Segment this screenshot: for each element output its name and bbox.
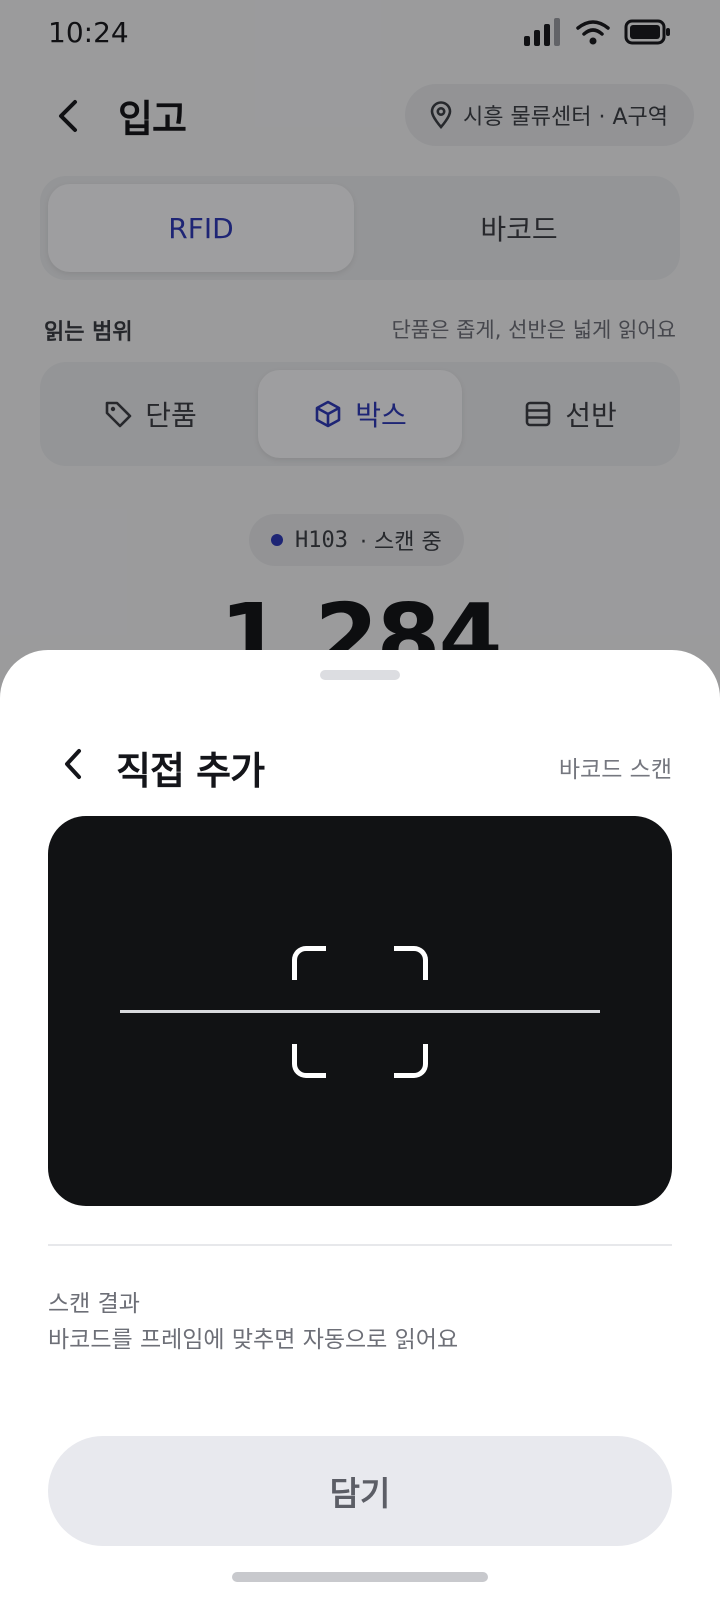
sheet-title: 직접 추가 bbox=[116, 749, 265, 793]
frame-corner-icon bbox=[292, 946, 326, 980]
frame-corner-icon bbox=[394, 1044, 428, 1078]
camera-viewfinder bbox=[48, 816, 672, 1206]
frame-corner-icon bbox=[394, 946, 428, 980]
barcode-scan-link[interactable]: 바코드 스캔 bbox=[559, 750, 672, 784]
scan-result-hint: 바코드를 프레임에 맞추면 자동으로 읽어요 bbox=[48, 1327, 459, 1353]
frame-corner-icon bbox=[292, 1044, 326, 1078]
divider bbox=[48, 1244, 672, 1246]
home-indicator bbox=[232, 1572, 488, 1582]
add-button[interactable]: 담기 bbox=[48, 1436, 672, 1546]
chevron-left-icon bbox=[65, 749, 81, 779]
scan-line bbox=[120, 1010, 600, 1013]
manual-add-sheet: 직접 추가 바코드 스캔 스캔 결과 바코드를 프레임에 맞추면 자동으로 읽어… bbox=[0, 650, 720, 1600]
sheet-grabber[interactable] bbox=[320, 670, 400, 680]
sheet-back-button[interactable] bbox=[50, 738, 96, 790]
scan-result-title: 스캔 결과 bbox=[48, 1291, 140, 1317]
